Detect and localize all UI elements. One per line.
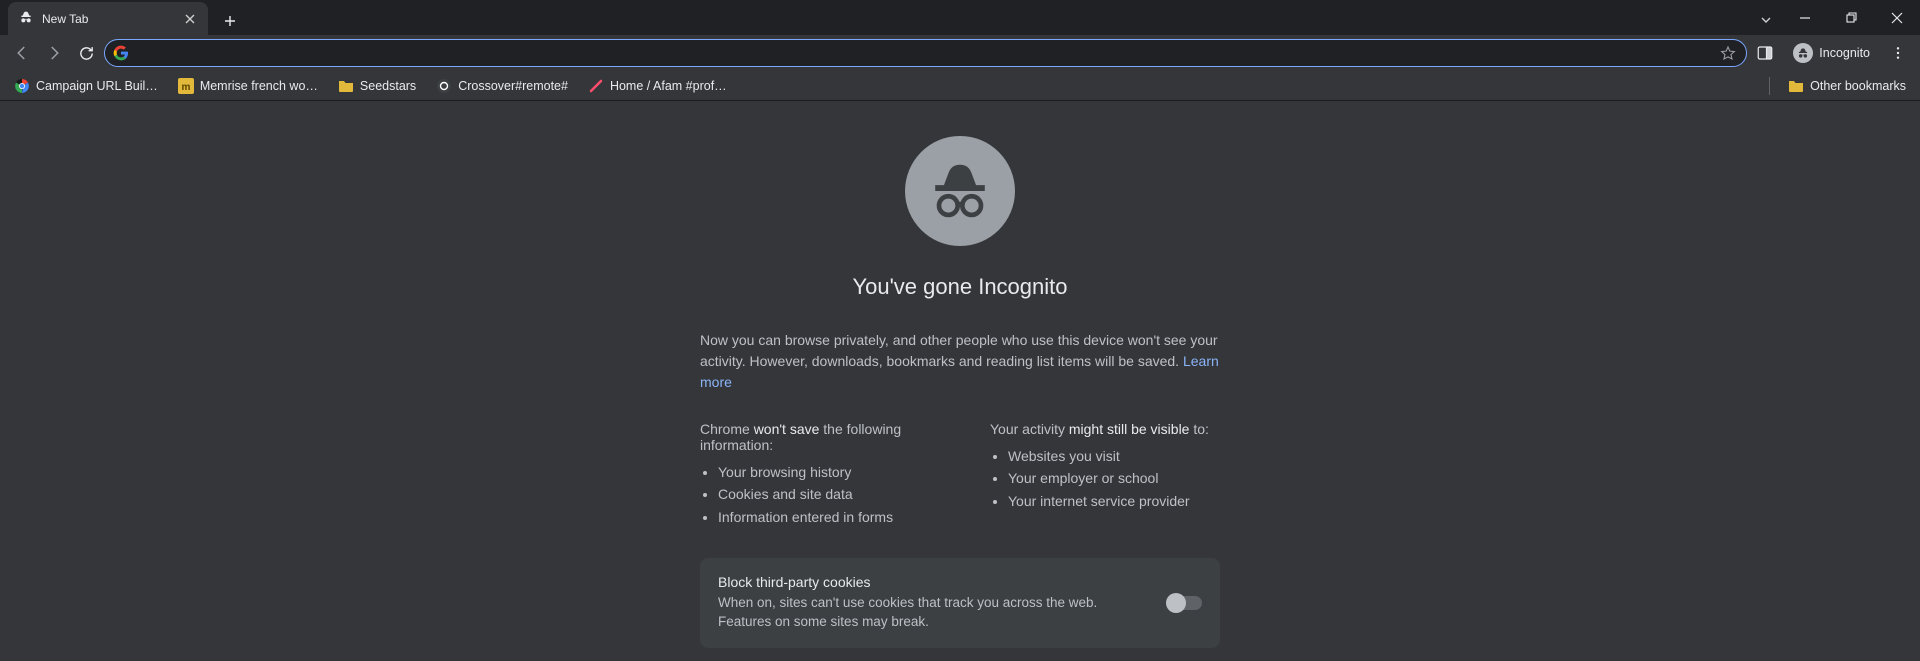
tab-title: New Tab xyxy=(42,12,174,26)
bookmark-favicon: m xyxy=(178,78,194,94)
bookmark-favicon xyxy=(436,78,452,94)
incognito-hero-icon xyxy=(905,136,1015,246)
bookmark-label: Crossover#remote# xyxy=(458,79,568,93)
bookmark-favicon xyxy=(588,78,604,94)
search-engine-icon xyxy=(113,45,129,61)
bookmark-favicon xyxy=(14,78,30,94)
back-button[interactable] xyxy=(8,39,36,67)
intro-text: Now you can browse privately, and other … xyxy=(700,332,1218,369)
maximize-button[interactable] xyxy=(1828,3,1874,33)
incognito-chip-icon xyxy=(1793,43,1813,63)
list-item: Your employer or school xyxy=(1008,467,1220,489)
cookie-toggle[interactable] xyxy=(1168,596,1202,610)
visible-to-column: Your activity might still be visible to:… xyxy=(990,421,1220,528)
folder-icon xyxy=(1788,78,1804,94)
list-item: Your browsing history xyxy=(718,461,930,483)
reload-button[interactable] xyxy=(72,39,100,67)
page-title: You've gone Incognito xyxy=(852,274,1067,300)
col-head-pre: Your activity xyxy=(990,421,1069,437)
page-content: You've gone Incognito Now you can browse… xyxy=(0,101,1920,661)
bookmark-item[interactable]: Campaign URL Buil… xyxy=(6,74,166,98)
wont-save-column: Chrome won't save the following informat… xyxy=(700,421,930,528)
close-window-button[interactable] xyxy=(1874,3,1920,33)
bookmark-label: Seedstars xyxy=(360,79,416,93)
bookmark-item[interactable]: Home / Afam #prof… xyxy=(580,74,735,98)
titlebar: New Tab xyxy=(0,0,1920,35)
other-bookmarks-label: Other bookmarks xyxy=(1810,79,1906,93)
chrome-menu-button[interactable] xyxy=(1884,39,1912,67)
window-controls xyxy=(1782,0,1920,35)
incognito-tab-icon xyxy=(18,9,34,28)
bookmark-label: Home / Afam #prof… xyxy=(610,79,727,93)
folder-icon xyxy=(338,78,354,94)
side-panel-button[interactable] xyxy=(1751,39,1779,67)
list-item: Information entered in forms xyxy=(718,506,930,528)
bookmark-divider xyxy=(1769,77,1770,95)
toolbar: Incognito xyxy=(0,35,1920,71)
minimize-button[interactable] xyxy=(1782,3,1828,33)
list-item: Your internet service provider xyxy=(1008,490,1220,512)
browser-tab[interactable]: New Tab xyxy=(8,2,208,35)
bookmark-item[interactable]: Crossover#remote# xyxy=(428,74,576,98)
col-head-strong: won't save xyxy=(754,421,820,437)
col-head-post: to: xyxy=(1189,421,1208,437)
omnibox-input[interactable] xyxy=(135,45,1712,61)
col-head-pre: Chrome xyxy=(700,421,754,437)
bookmark-star-icon[interactable] xyxy=(1718,43,1738,63)
intro-paragraph: Now you can browse privately, and other … xyxy=(640,330,1280,393)
cookie-card-desc: When on, sites can't use cookies that tr… xyxy=(718,594,1150,632)
tab-close-icon[interactable] xyxy=(182,11,198,27)
list-item: Cookies and site data xyxy=(718,483,930,505)
bookmark-item[interactable]: m Memrise french wo… xyxy=(170,74,326,98)
cookie-card-title: Block third-party cookies xyxy=(718,574,1150,590)
forward-button[interactable] xyxy=(40,39,68,67)
svg-text:m: m xyxy=(181,82,190,93)
cookie-card: Block third-party cookies When on, sites… xyxy=(700,558,1220,648)
address-bar[interactable] xyxy=(104,39,1747,67)
incognito-indicator[interactable]: Incognito xyxy=(1783,39,1880,67)
col-head-strong: might still be visible xyxy=(1069,421,1190,437)
incognito-chip-label: Incognito xyxy=(1819,46,1870,60)
tab-search-button[interactable] xyxy=(1750,5,1782,35)
list-item: Websites you visit xyxy=(1008,445,1220,467)
bookmark-label: Memrise french wo… xyxy=(200,79,318,93)
other-bookmarks-folder[interactable]: Other bookmarks xyxy=(1780,74,1914,98)
bookmarks-bar: Campaign URL Buil… m Memrise french wo… … xyxy=(0,71,1920,101)
new-tab-button[interactable] xyxy=(216,7,244,35)
bookmark-folder[interactable]: Seedstars xyxy=(330,74,424,98)
bookmark-label: Campaign URL Buil… xyxy=(36,79,158,93)
